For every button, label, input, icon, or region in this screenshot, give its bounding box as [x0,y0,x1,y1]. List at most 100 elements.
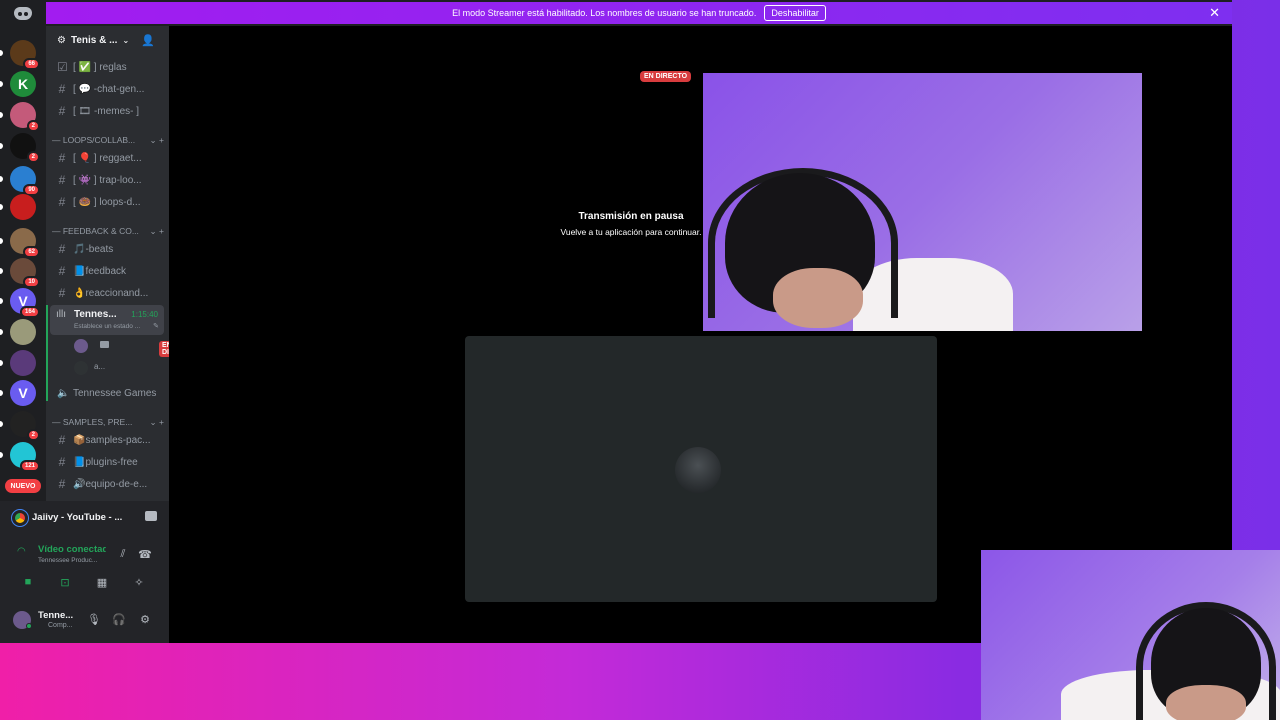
activity-title: Jaiivy - YouTube - ... [32,512,123,523]
channel-label: Tennessee Games [73,387,157,399]
disable-streamer-mode-button[interactable]: Deshabilitar [764,5,826,21]
add-channel-icon[interactable]: ⌄ + [150,226,164,237]
channel-loops[interactable]: # [ 🍩 ] loops-d... [52,192,164,212]
server-icon[interactable]: 90 [0,166,40,196]
channel-label: 📘plugins-free [73,456,138,468]
channel-equipo[interactable]: # 🔊equipo-de-e... [52,474,164,494]
channel-label: [ 🎞 -memes- ] [73,105,140,117]
add-channel-icon[interactable]: ⌄ + [150,417,164,428]
edit-icon[interactable]: ✎ [153,322,159,330]
mention-badge: 10 [23,276,40,288]
voice-member-streamer[interactable] [74,338,164,354]
soundboard-icon[interactable]: ✧ [130,573,148,591]
unread-indicator [0,452,3,458]
unread-indicator [0,360,3,366]
channel-label: [ 🎈 ] reggaet... [73,152,142,164]
unread-indicator [0,268,3,274]
channel-reacciones[interactable]: # 👌reaccionand... [52,283,164,303]
hash-icon: # [58,195,66,209]
channel-beats[interactable]: # 🎵-beats [52,239,164,259]
chevron-down-icon: ⌄ [122,36,130,45]
webcam-stream-tile[interactable] [703,73,1142,331]
server-icon[interactable]: V 164 [0,288,40,318]
server-icon[interactable]: 2 [0,411,40,441]
streamer-banner-text: El modo Streamer está habilitado. Los no… [452,8,757,18]
server-icon[interactable] [0,350,36,376]
server-icon[interactable] [0,319,36,345]
streamer-mode-banner: El modo Streamer está habilitado. Los no… [46,2,1232,24]
server-icon[interactable]: 10 [0,258,40,288]
new-servers-badge[interactable]: NUEVO [5,479,41,493]
channel-label: 📦samples-pac... [73,434,151,446]
server-icon[interactable]: V [0,380,36,406]
server-initial: V [18,385,28,401]
activity-row[interactable]: Jaiivy - YouTube - ... [8,507,163,529]
voice-status-row: ◠ Vídeo conectado Tennessee Produc... ⫽ … [8,537,163,567]
category-feedback[interactable]: — FEEDBACK & CO... ⌄ + [52,224,164,238]
server-rail: 66 K 2 2 90 62 10 V 164 V 2 121 NUEVO [0,26,46,501]
title-bar: El modo Streamer está habilitado. Los no… [0,0,1232,26]
server-header[interactable]: ⚙ Tenis & ... ⌄ 👤 [46,26,169,55]
settings-gear-icon[interactable]: ⚙ [136,610,154,628]
microphone-icon[interactable]: 🎙 [85,610,103,628]
hash-icon: # [58,173,66,187]
user-row[interactable]: Tenne... Comp... [8,605,88,633]
channel-plugins[interactable]: # 📘plugins-free [52,452,164,472]
category-samples[interactable]: — SAMPLES, PRE... ⌄ + [52,415,164,429]
voice-channel-active[interactable]: ıllı Tennes... 1:15:40 Establece un esta… [50,305,164,335]
channel-sidebar: ⚙ Tenis & ... ⌄ 👤 ☑ [ ✅ ] reglas # [ 💬 -… [46,26,197,501]
hash-icon: # [58,455,66,469]
add-member-icon[interactable]: 👤 [141,34,155,47]
channel-label: 📘feedback [73,265,127,277]
server-icon[interactable]: 2 [0,133,40,163]
category-loops[interactable]: — LOOPS/COLLAB... ⌄ + [52,133,164,147]
unread-indicator [0,176,3,182]
discord-logo-icon[interactable] [14,7,32,20]
person-face [773,268,863,328]
headphones-icon[interactable]: 🎧 [110,610,128,628]
mention-badge: 164 [19,306,40,318]
disconnect-icon[interactable]: ☎ [136,545,154,563]
channel-memes[interactable]: # [ 🎞 -memes- ] [52,101,164,121]
unread-indicator [0,390,3,396]
video-channel-label: Tennessee Produc... [38,557,98,564]
voice-connected-indicator [46,305,48,401]
server-icon[interactable]: K [0,71,36,97]
channel-trap[interactable]: # [ 👾 ] trap-loo... [52,170,164,190]
activities-icon[interactable]: ▦ [93,573,111,591]
server-icon[interactable]: 121 [0,442,40,472]
noise-suppression-icon[interactable]: ⫽ [114,545,132,563]
video-connected-label: Vídeo conectado [38,544,106,555]
channel-reglas[interactable]: ☑ [ ✅ ] reglas [52,57,164,77]
channel-chat[interactable]: # [ 💬 -chat-gen... [52,79,164,99]
screen-share-icon[interactable]: ⊡ [56,573,74,591]
voice-member-two[interactable]: a... [74,360,164,376]
voice-stage-icon: ıllı [56,309,66,320]
hash-icon: # [58,264,66,278]
mention-badge: 66 [23,58,40,70]
channel-label: [ 🍩 ] loops-d... [73,196,141,208]
channel-tennessee-games[interactable]: 🔈 Tennessee Games [52,383,164,403]
stop-share-icon[interactable] [145,511,157,521]
channel-reggaeton[interactable]: # [ 🎈 ] reggaet... [52,148,164,168]
close-icon[interactable]: ✕ [1209,5,1220,21]
participant-avatar [675,447,721,493]
chrome-icon [11,509,29,527]
server-icon[interactable]: 66 [0,40,40,70]
rules-icon: ☑ [57,60,68,74]
mention-badge: 121 [19,460,40,472]
server-icon[interactable]: 62 [0,228,40,258]
voice-timer: 1:15:40 [131,310,158,319]
camera-toggle-icon[interactable]: ■ [19,573,37,591]
channel-samples[interactable]: # 📦samples-pac... [52,430,164,450]
add-channel-icon[interactable]: ⌄ + [150,135,164,146]
hash-icon: # [58,242,66,256]
online-status-icon [26,623,32,629]
server-icon[interactable]: 2 [0,102,40,132]
server-icon[interactable] [0,194,36,220]
mention-badge: 2 [26,151,40,163]
avatar [74,339,88,353]
mention-badge: 62 [23,246,40,258]
channel-feedback[interactable]: # 📘feedback [52,261,164,281]
speaker-icon: 🔈 [57,387,70,399]
